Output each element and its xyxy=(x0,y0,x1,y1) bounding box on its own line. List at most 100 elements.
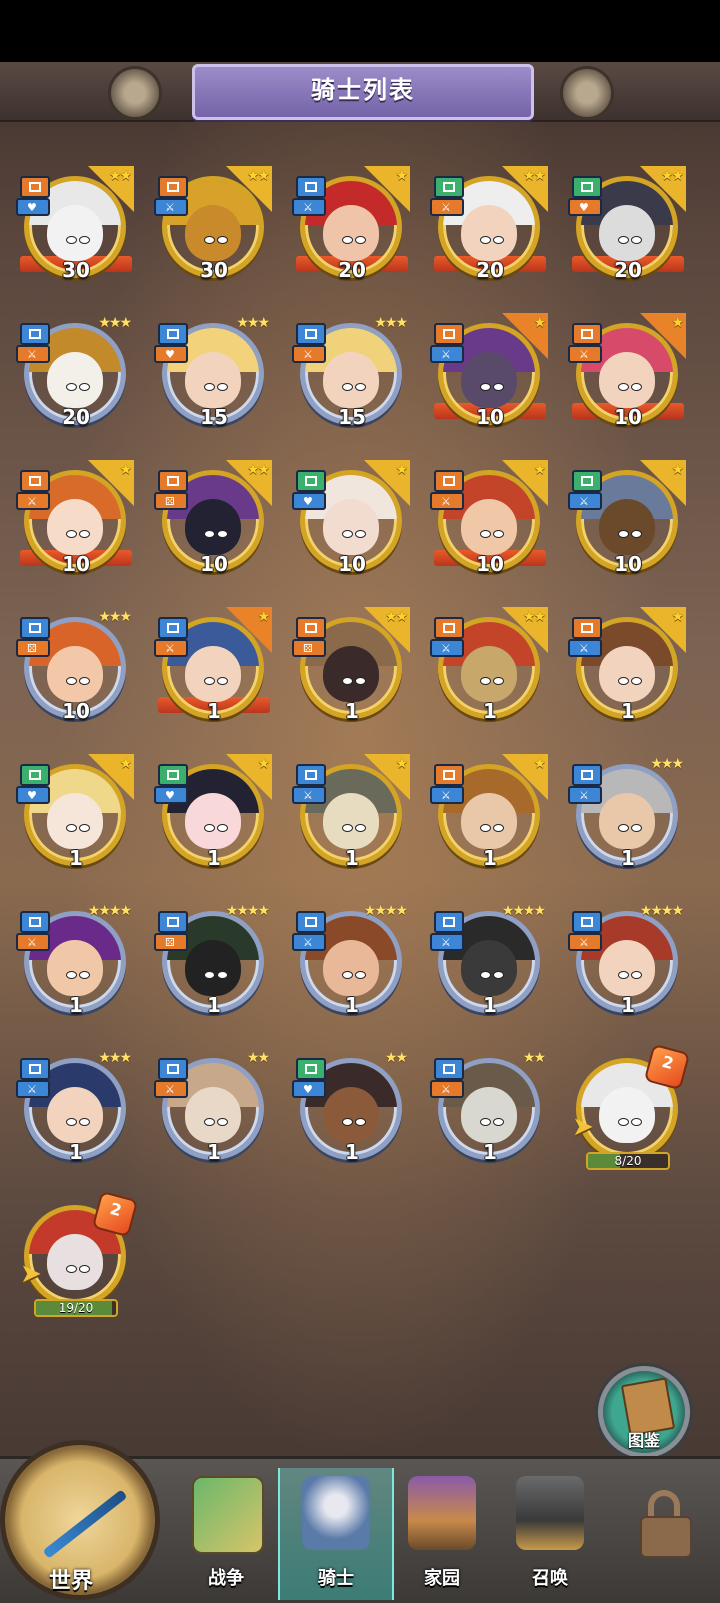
knight-card[interactable]: ★ ⚔ 1 xyxy=(154,607,272,737)
portrait-face xyxy=(461,939,517,996)
knight-level: 1 xyxy=(483,1140,497,1164)
tab-home[interactable]: 家园 xyxy=(386,1468,498,1600)
world-button[interactable]: 世界 xyxy=(0,1440,160,1600)
knight-card[interactable]: ★ ⚔ 10 xyxy=(16,460,134,590)
class-badge-icon xyxy=(20,617,50,639)
knight-card[interactable]: ★★★★ ⚄ 1 xyxy=(154,901,272,1031)
eye xyxy=(217,383,229,392)
role-badge-icon: ♥ xyxy=(292,1080,326,1098)
tab-knight[interactable]: 骑士 xyxy=(278,1468,394,1600)
knight-card[interactable]: ★ ⚔ 10 xyxy=(568,313,686,443)
class-badge-icon xyxy=(296,176,326,198)
knight-card[interactable]: ★★ ⚔ 1 xyxy=(430,1048,548,1178)
knight-level: 10 xyxy=(476,552,504,576)
knight-card[interactable]: ★★ ⚔ 1 xyxy=(430,607,548,737)
knight-card[interactable]: ★ ⚔ 10 xyxy=(430,460,548,590)
knight-card[interactable]: ★ ⚔ 10 xyxy=(430,313,548,443)
class-badge-icon xyxy=(434,764,464,786)
knight-card[interactable]: ★★ ♥ 30 xyxy=(16,166,134,296)
knight-card[interactable]: ★ ⚔ 1 xyxy=(292,754,410,884)
knight-card[interactable]: ★★ ⚔ 20 xyxy=(430,166,548,296)
knight-shard-card[interactable]: ➤ 2 8/20 xyxy=(570,1043,691,1178)
role-badge-icon: ♥ xyxy=(154,786,188,804)
knight-card[interactable]: ★ ⚔ 1 xyxy=(568,607,686,737)
knight-card[interactable]: ★ ⚔ 10 xyxy=(568,460,686,590)
eye xyxy=(217,824,229,833)
role-badge-icon: ♥ xyxy=(16,198,50,216)
portrait-face xyxy=(47,645,103,702)
portrait-face xyxy=(47,351,103,408)
portrait-face xyxy=(323,792,379,849)
upgrade-arrow-icon: ➤ xyxy=(20,1259,42,1289)
role-glyph: ♥ xyxy=(165,789,175,802)
knight-shard-card[interactable]: ➤ 2 19/20 xyxy=(18,1190,139,1325)
knight-card[interactable]: ★★★★ ⚔ 1 xyxy=(430,901,548,1031)
atlas-button[interactable]: 图鉴 xyxy=(598,1366,690,1458)
star-rating: ★ xyxy=(671,315,683,331)
star-rating: ★★ xyxy=(246,462,270,478)
role-glyph: ⚔ xyxy=(27,495,37,508)
knight-card[interactable]: ★ ⚔ 20 xyxy=(292,166,410,296)
class-badge-icon xyxy=(20,1058,50,1080)
role-badge-icon: ⚔ xyxy=(430,345,464,363)
world-label: 世界 xyxy=(49,1569,94,1594)
star-rating: ★★★ xyxy=(98,609,132,625)
eye xyxy=(204,824,216,833)
knight-card[interactable]: ★★★ ⚄ 10 xyxy=(16,607,134,737)
role-badge-icon: ⚔ xyxy=(16,933,50,951)
knight-card[interactable]: ★★★★ ⚔ 1 xyxy=(292,901,410,1031)
knight-card[interactable]: ★★★★ ⚔ 1 xyxy=(568,901,686,1031)
tab-summon[interactable]: 召唤 xyxy=(494,1468,606,1600)
role-glyph: ⚔ xyxy=(303,936,313,949)
knight-level: 1 xyxy=(621,699,635,723)
class-badge-icon xyxy=(20,176,50,198)
knight-card[interactable]: ★★ ⚄ 10 xyxy=(154,460,272,590)
role-badge-icon: ♥ xyxy=(568,198,602,216)
lock-icon[interactable] xyxy=(636,1490,692,1558)
star-rating: ★★★ xyxy=(98,1050,132,1066)
role-badge-icon: ⚔ xyxy=(568,639,602,657)
status-bar xyxy=(0,0,720,62)
eye xyxy=(493,236,505,245)
knight-card[interactable]: ★ ⚔ 1 xyxy=(430,754,548,884)
portrait-face xyxy=(323,645,379,702)
knight-card[interactable]: ★★ ⚄ 1 xyxy=(292,607,410,737)
knight-card[interactable]: ★★★ ♥ 15 xyxy=(154,313,272,443)
knight-card[interactable]: ★★ ⚔ 30 xyxy=(154,166,272,296)
knight-level: 1 xyxy=(345,1140,359,1164)
knight-card[interactable]: ★ ♥ 1 xyxy=(154,754,272,884)
role-glyph: ♥ xyxy=(303,1083,313,1096)
knight-level: 1 xyxy=(483,846,497,870)
knight-card[interactable]: ★★ ♥ 1 xyxy=(292,1048,410,1178)
eye xyxy=(204,1118,216,1127)
eye xyxy=(618,971,630,980)
role-glyph: ♥ xyxy=(579,201,589,214)
knight-card[interactable]: ★★★★ ⚔ 1 xyxy=(16,901,134,1031)
tab-war-label: 战争 xyxy=(208,1568,244,1589)
portrait-face xyxy=(599,645,655,702)
role-badge-icon: ⚔ xyxy=(292,198,326,216)
knight-level: 10 xyxy=(62,699,90,723)
role-glyph: ♥ xyxy=(165,348,175,361)
knight-card[interactable]: ★ ♥ 1 xyxy=(16,754,134,884)
class-badge-icon xyxy=(296,470,326,492)
star-rating: ★★★★ xyxy=(639,903,684,919)
knight-card[interactable]: ★★★ ⚔ 15 xyxy=(292,313,410,443)
eye xyxy=(631,383,643,392)
portrait-face xyxy=(599,351,655,408)
knight-card[interactable]: ★★ ♥ 20 xyxy=(568,166,686,296)
star-rating: ★ xyxy=(395,756,407,772)
tab-war[interactable]: 战争 xyxy=(170,1468,282,1600)
knight-card[interactable]: ★★★ ⚔ 1 xyxy=(568,754,686,884)
knight-level: 1 xyxy=(345,699,359,723)
knight-card[interactable]: ★★★ ⚔ 1 xyxy=(16,1048,134,1178)
knight-card[interactable]: ★★★ ⚔ 20 xyxy=(16,313,134,443)
role-glyph: ⚔ xyxy=(441,201,451,214)
eye xyxy=(204,530,216,539)
role-badge-icon: ⚄ xyxy=(154,933,188,951)
knight-card[interactable]: ★ ♥ 10 xyxy=(292,460,410,590)
eye xyxy=(79,236,91,245)
portrait-face xyxy=(323,351,379,408)
eye xyxy=(355,824,367,833)
knight-card[interactable]: ★★ ⚔ 1 xyxy=(154,1048,272,1178)
